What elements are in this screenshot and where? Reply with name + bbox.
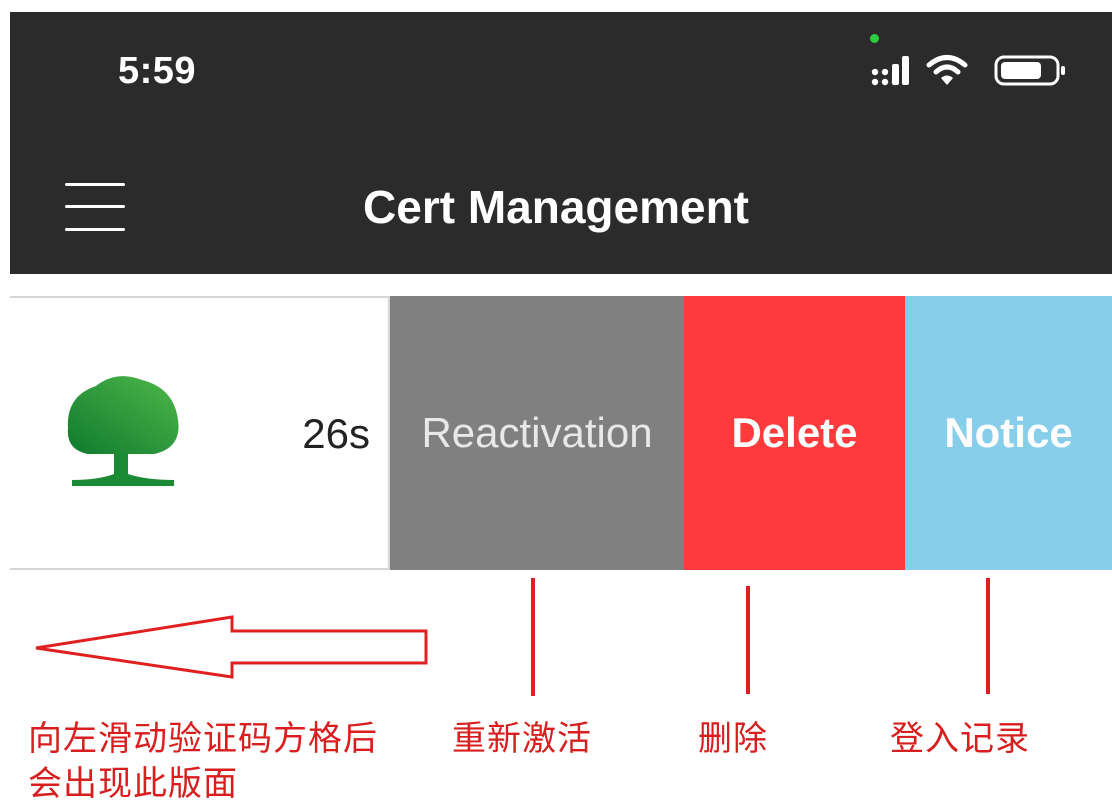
delete-annotation-label: 删除 xyxy=(698,719,768,759)
camera-dot-icon xyxy=(870,34,879,43)
reactivation-annotation-line xyxy=(531,578,535,696)
delete-button[interactable]: Delete xyxy=(684,296,905,570)
status-icons xyxy=(870,34,1070,98)
swipe-hint-line2: 会出现此版面 xyxy=(28,764,238,804)
page-title: Cert Management xyxy=(363,181,749,233)
signal-icon xyxy=(871,56,909,86)
notice-button[interactable]: Notice xyxy=(905,296,1112,570)
reactivation-annotation-label: 重新激活 xyxy=(452,719,592,759)
tree-logo-icon xyxy=(67,376,179,486)
cert-countdown: 26s xyxy=(302,410,370,457)
cert-item-main[interactable]: 26s xyxy=(10,296,390,570)
wifi-icon xyxy=(926,55,968,85)
swipe-left-arrow-icon xyxy=(35,615,428,679)
status-time: 5:59 xyxy=(118,50,197,92)
notice-annotation-line xyxy=(986,578,990,694)
delete-annotation-line xyxy=(746,586,750,694)
swipe-hint-line1: 向左滑动验证码方格后 xyxy=(28,719,378,759)
reactivation-button[interactable]: Reactivation xyxy=(390,296,684,570)
battery-icon xyxy=(994,55,1065,86)
cert-list-item[interactable]: 26s Reactivation Delete Notice xyxy=(10,296,1112,570)
notice-annotation-label: 登入记录 xyxy=(890,719,1030,759)
